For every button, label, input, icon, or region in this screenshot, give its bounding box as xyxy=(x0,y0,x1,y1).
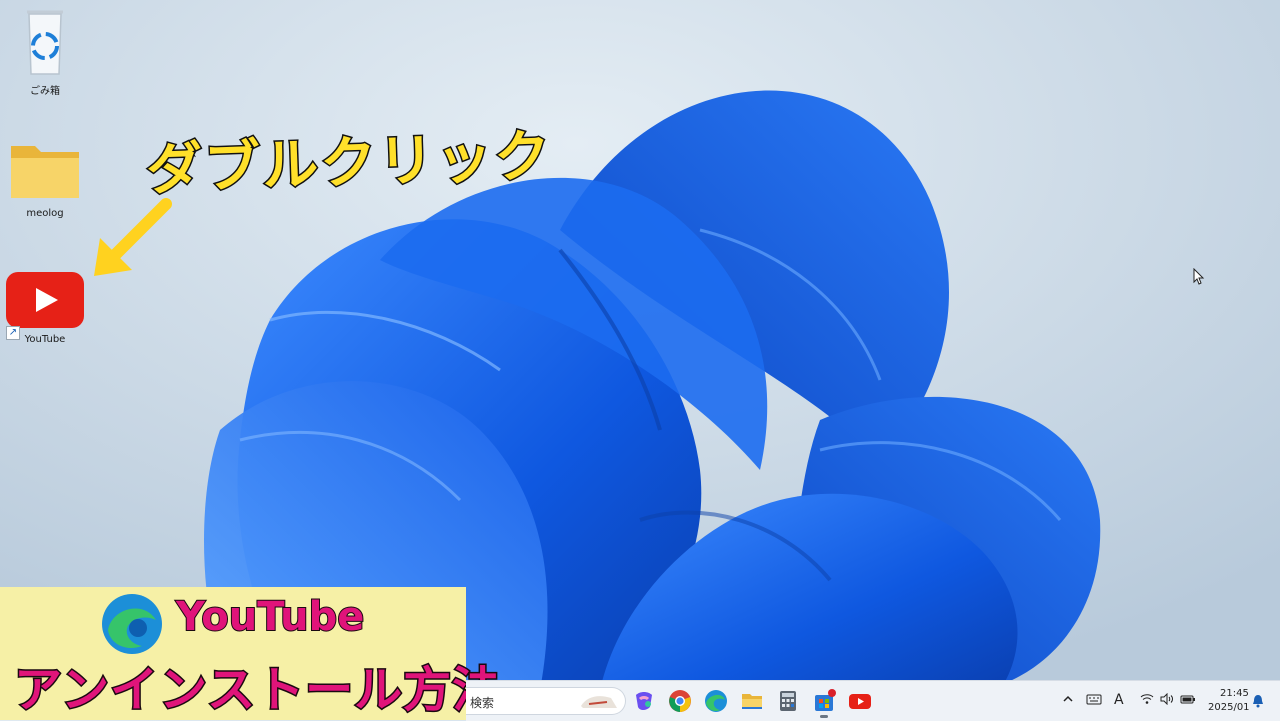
store-icon[interactable] xyxy=(812,689,836,713)
taskbar: 検索 A 21:45 2025/01 xyxy=(466,680,1280,721)
search-highlight-icon xyxy=(581,696,617,708)
edge-icon[interactable] xyxy=(704,689,728,713)
recycle-bin-label: ごみ箱 xyxy=(30,86,60,97)
folder-icon xyxy=(11,146,79,198)
chrome-icon[interactable] xyxy=(668,689,692,713)
clock-time[interactable]: 21:45 xyxy=(1220,688,1249,699)
folder-label: meolog xyxy=(26,208,64,219)
notification-bell-icon[interactable] xyxy=(1252,694,1264,708)
volume-icon[interactable] xyxy=(1160,693,1174,705)
edge-logo-icon xyxy=(102,594,162,654)
keyboard-icon[interactable] xyxy=(1086,693,1102,705)
active-app-indicator xyxy=(820,715,828,718)
banner-title-uninstall: アンインストール方法 xyxy=(12,661,502,720)
desktop-icon-folder[interactable]: meolog xyxy=(0,140,90,219)
annotation-arrow-icon xyxy=(94,198,172,276)
wifi-icon[interactable] xyxy=(1140,693,1154,705)
youtube-icon[interactable] xyxy=(848,689,872,713)
recycle-bin-icon xyxy=(27,10,63,75)
search-placeholder: 検索 xyxy=(470,696,495,710)
file-explorer-icon[interactable] xyxy=(740,689,764,713)
clock-date[interactable]: 2025/01 xyxy=(1208,702,1250,713)
desktop-icon-youtube[interactable]: ↗ YouTube xyxy=(0,270,90,345)
annotation-double-click: ダブルクリック xyxy=(144,122,555,204)
mouse-cursor-icon xyxy=(1193,268,1205,285)
taskbar-search[interactable]: 検索 xyxy=(466,687,626,715)
desktop-icon-recycle-bin[interactable]: ごみ箱 xyxy=(0,4,90,97)
copilot-icon[interactable] xyxy=(632,689,656,713)
battery-icon[interactable] xyxy=(1180,693,1196,705)
youtube-app-icon xyxy=(6,272,84,328)
ime-indicator[interactable]: A xyxy=(1114,692,1124,708)
shortcut-arrow-icon: ↗ xyxy=(6,326,20,340)
chevron-up-icon[interactable] xyxy=(1062,693,1074,705)
banner-title-youtube: YouTube xyxy=(175,593,365,641)
calculator-icon[interactable] xyxy=(776,689,800,713)
